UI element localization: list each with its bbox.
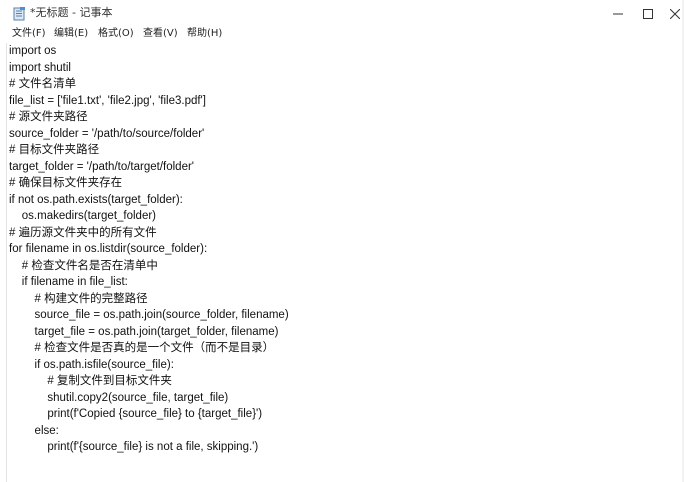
close-button[interactable] [652, 0, 684, 26]
menu-bar: 文件(F) 编辑(E) 格式(O) 查看(V) 帮助(H) [0, 26, 684, 42]
editor-line: source_folder = '/path/to/source/folder' [9, 127, 205, 140]
title-bar[interactable]: *无标题 - 记事本 [0, 0, 684, 26]
menu-file[interactable]: 文件(F) [12, 26, 46, 42]
menu-view[interactable]: 查看(V) [143, 26, 178, 42]
editor-line: if filename in file_list: [9, 276, 128, 288]
editor-line: if not os.path.exists(target_folder): [9, 193, 183, 206]
editor-line: # 遍历源文件夹中的所有文件 [9, 226, 157, 239]
editor-line: # 源文件夹路径 [9, 111, 88, 123]
editor-line: import shutil [9, 61, 71, 74]
editor-line: # 复制文件到目标文件夹 [9, 375, 172, 387]
close-icon [670, 8, 680, 19]
text-editor-area[interactable]: import os import shutil # 文件名清单 file_lis… [6, 43, 683, 482]
editor-line: target_folder = '/path/to/target/folder' [9, 160, 194, 173]
editor-line: print(f'Copied {source_file} to {target_… [9, 408, 263, 420]
editor-line: os.makedirs(target_folder) [9, 210, 157, 222]
editor-line: # 确保目标文件夹存在 [9, 177, 123, 189]
menu-edit[interactable]: 编辑(E) [54, 26, 88, 42]
editor-line: # 检查文件是否真的是一个文件（而不是目录） [9, 342, 275, 354]
window-title: *无标题 - 记事本 [30, 6, 113, 19]
editor-line: # 构建文件的完整路径 [9, 292, 148, 305]
editor-line: # 文件名清单 [9, 78, 77, 90]
editor-line: print(f'{source_file} is not a file, ski… [9, 441, 259, 453]
editor-line: for filename in os.listdir(source_folder… [9, 243, 208, 255]
menu-help[interactable]: 帮助(H) [187, 26, 222, 42]
editor-line: source_file = os.path.join(source_folder… [9, 309, 289, 321]
editor-line: # 目标文件夹路径 [9, 144, 100, 156]
editor-line: shutil.copy2(source_file, target_file) [9, 391, 229, 404]
editor-line: if os.path.isfile(source_file): [9, 358, 174, 371]
editor-line: target_file = os.path.join(target_folder… [9, 325, 279, 338]
minimize-icon [613, 13, 623, 14]
editor-line: # 检查文件名是否在清单中 [9, 259, 158, 272]
menu-format[interactable]: 格式(O) [98, 26, 134, 42]
notepad-window: *无标题 - 记事本 文件(F) 编辑(E) 格式(O) 查看(V) 帮助(H)… [0, 0, 684, 482]
editor-line: else: [9, 424, 59, 437]
editor-line: import os [9, 45, 57, 57]
notepad-icon [12, 6, 26, 21]
editor-line: file_list = ['file1.txt', 'file2.jpg', '… [9, 94, 206, 107]
